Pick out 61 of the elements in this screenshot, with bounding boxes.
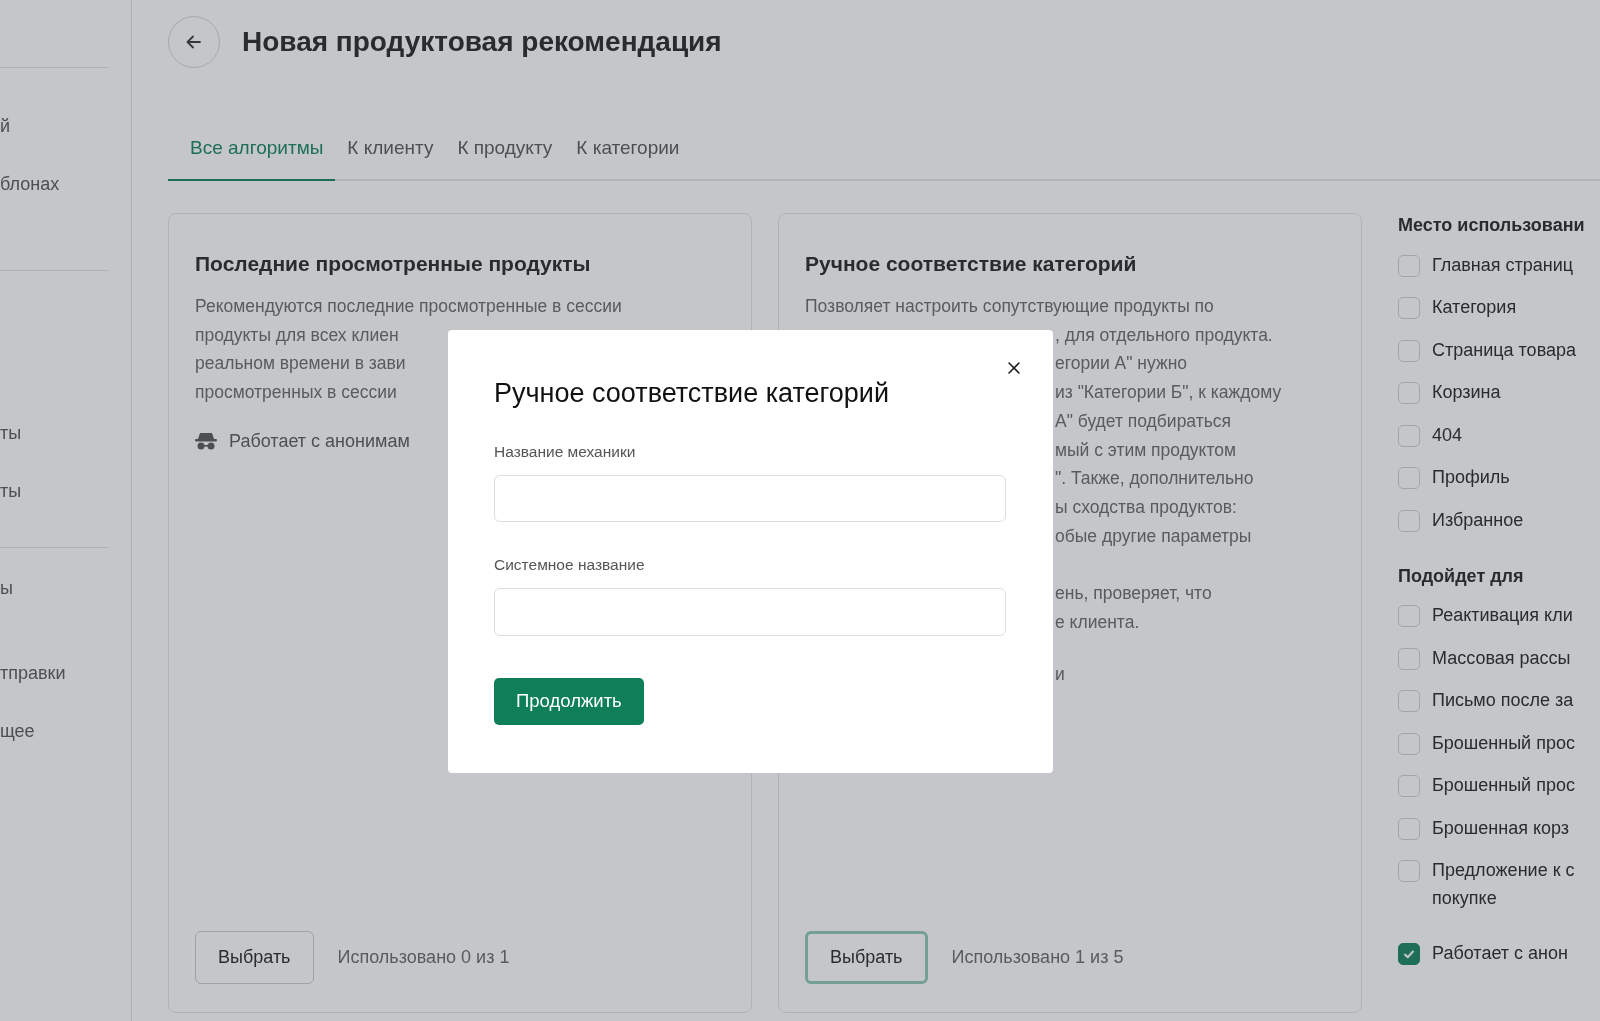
tab[interactable]: К продукту	[445, 137, 565, 181]
sidebar-item[interactable]: блонах	[0, 172, 109, 230]
description-text: ы сходства продуктов:	[1055, 495, 1237, 519]
description-text: ". Также, дополнительно	[1055, 467, 1254, 491]
checkbox-label: Реактивация кли	[1432, 604, 1574, 627]
checkbox-label: Брошенная корз	[1432, 816, 1571, 840]
continue-button[interactable]: Продолжить	[494, 677, 644, 725]
checkbox-label: Письмо после за	[1432, 689, 1575, 712]
sidebar-item[interactable]: ты	[0, 479, 109, 537]
checkbox-label: Страница товара	[1432, 338, 1578, 362]
checkbox-label: Категория	[1432, 296, 1518, 319]
field-label: Название механики	[494, 443, 636, 461]
description-text: продукты для всех клиен	[195, 323, 399, 347]
select-button[interactable]: Выбрать	[195, 931, 314, 984]
description-text: и	[1055, 663, 1065, 687]
back-button[interactable]	[168, 16, 220, 68]
checkbox-label: Брошенный прос	[1432, 731, 1576, 755]
tab[interactable]: Все алгоритмы	[168, 137, 336, 181]
description-text: реальном времени в зави	[195, 352, 406, 376]
description-text: из "Категории Б", к каждому	[1055, 381, 1282, 405]
select-button[interactable]: Выбрать	[805, 931, 928, 984]
checkbox-label: Массовая рассы	[1432, 646, 1572, 670]
page-title: Новая продуктовая рекомендация	[242, 26, 722, 58]
checkbox-label: Предложение к с покупке	[1432, 859, 1576, 910]
description-text: ень, проверяет, что	[1055, 582, 1212, 605]
card-title: Последние просмотренные продукты	[195, 252, 592, 276]
checkbox[interactable]	[1398, 943, 1420, 965]
checkbox-label: Избранное	[1432, 508, 1525, 532]
sidebar-item[interactable]: ты	[0, 421, 109, 479]
input-field[interactable]	[494, 588, 1006, 636]
sidebar-item[interactable]: й	[0, 114, 109, 172]
sidebar-item[interactable]: ы	[0, 576, 109, 634]
incognito-icon	[195, 431, 217, 452]
description-text: , для отдельного продукта.	[1055, 323, 1273, 347]
field-label: Системное название	[494, 556, 645, 575]
input-field[interactable]	[494, 475, 1006, 523]
filter-heading: Место использовани	[1398, 215, 1586, 236]
sidebar-item[interactable]: тправки	[0, 661, 109, 719]
description-text: Рекомендуются последние просмотренные в сессии	[195, 295, 622, 318]
description-text: егории А" нужно	[1055, 352, 1188, 376]
description-text: обые другие параметры	[1055, 524, 1252, 548]
tab[interactable]: К категории	[564, 137, 692, 181]
description-text: просмотренных в сессии	[195, 381, 397, 405]
card-title: Ручное соответствие категорий	[805, 252, 1138, 276]
usage-count: Использовано 0 из 1	[337, 947, 510, 968]
description-text: е клиента.	[1055, 610, 1140, 634]
description-text: мый с этим продуктом	[1055, 438, 1237, 462]
modal-title: Ручное соответствие категорий	[494, 378, 890, 409]
description-text: Позволяет настроить сопутствующие продукты по	[805, 295, 1214, 318]
checkbox-label: Работает с анон	[1432, 942, 1569, 965]
checkbox-label: Профиль	[1432, 466, 1511, 489]
usage-count: Использовано 1 из 5	[951, 947, 1124, 968]
sidebar-item[interactable]: щее	[0, 719, 109, 777]
checkbox-label: Брошенный прос	[1432, 774, 1576, 797]
checkbox-label: Корзина	[1432, 381, 1502, 404]
description-text: А" будет подбираться	[1055, 409, 1232, 433]
anonymous-label: Работает с анонимам	[229, 430, 410, 452]
checkbox-label: Главная страниц	[1432, 253, 1575, 277]
filter-heading: Подойдет для	[1398, 565, 1525, 587]
tab[interactable]: К клиенту	[335, 137, 446, 181]
checkbox-label: 404	[1432, 423, 1464, 447]
